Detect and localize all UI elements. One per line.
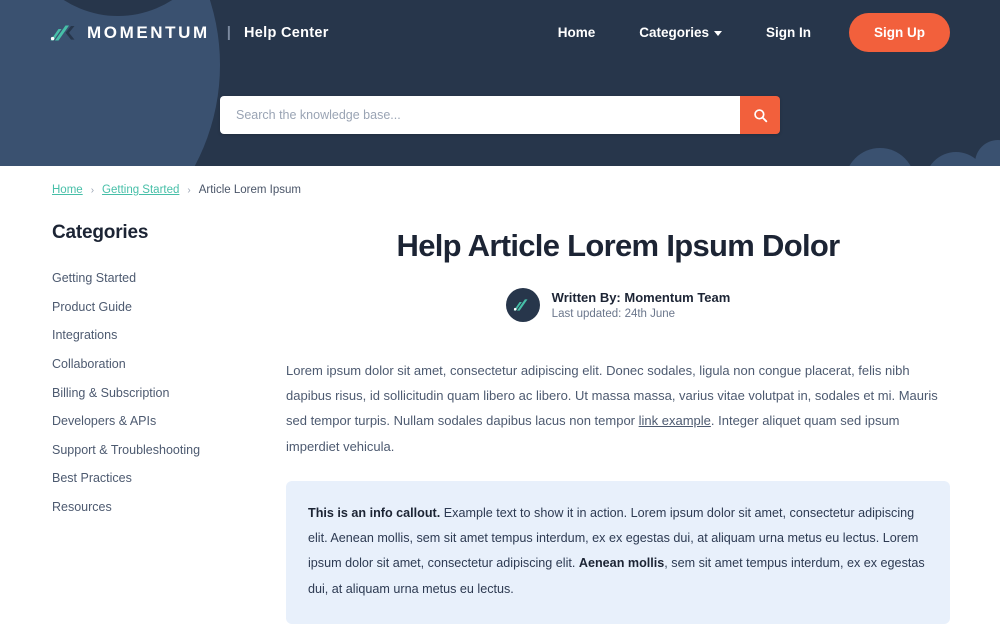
brand-subtitle: Help Center bbox=[244, 24, 329, 41]
info-callout: This is an info callout. Example text to… bbox=[286, 481, 950, 624]
breadcrumb-item-getting-started[interactable]: Getting Started bbox=[102, 184, 179, 196]
brand-logo[interactable]: MOMENTUM | Help Center bbox=[50, 21, 329, 45]
sign-up-button[interactable]: Sign Up bbox=[849, 13, 950, 52]
sidebar-item-product-guide[interactable]: Product Guide bbox=[52, 293, 278, 322]
site-header: MOMENTUM | Help Center Home Categories S… bbox=[0, 0, 1000, 166]
avatar bbox=[505, 287, 540, 322]
breadcrumb: Home › Getting Started › Article Lorem I… bbox=[50, 166, 950, 196]
search-icon bbox=[753, 108, 767, 122]
breadcrumb-item-home[interactable]: Home bbox=[52, 184, 83, 196]
sidebar-item-integrations[interactable]: Integrations bbox=[52, 321, 278, 350]
callout-bold-2: Aenean mollis bbox=[578, 556, 665, 571]
top-navigation-bar: MOMENTUM | Help Center Home Categories S… bbox=[0, 0, 1000, 65]
sidebar-item-collaboration[interactable]: Collaboration bbox=[52, 350, 278, 379]
callout-lead: This is an info callout. bbox=[308, 506, 441, 521]
sidebar-item-support-troubleshooting[interactable]: Support & Troubleshooting bbox=[52, 436, 278, 465]
search-section bbox=[0, 96, 1000, 134]
search-box bbox=[220, 96, 780, 134]
sidebar: Categories Getting Started Product Guide… bbox=[50, 222, 278, 625]
brand-divider: | bbox=[226, 24, 231, 41]
nav-links: Home Categories Sign In Sign Up bbox=[536, 13, 950, 52]
sidebar-title: Categories bbox=[52, 222, 149, 243]
page-body: Home › Getting Started › Article Lorem I… bbox=[0, 166, 1000, 625]
breadcrumb-item-current: Article Lorem Ipsum bbox=[198, 184, 301, 196]
momentum-logo-icon bbox=[50, 25, 75, 40]
nav-home-label: Home bbox=[557, 25, 596, 40]
sidebar-item-developers-apis[interactable]: Developers & APIs bbox=[52, 407, 278, 436]
brand-name: MOMENTUM bbox=[87, 22, 210, 42]
content-layout: Categories Getting Started Product Guide… bbox=[50, 222, 950, 625]
nav-sign-in[interactable]: Sign In bbox=[744, 17, 833, 48]
momentum-avatar-icon bbox=[513, 299, 532, 311]
inline-link-example[interactable]: link example bbox=[639, 413, 711, 428]
decorative-circle-3 bbox=[975, 140, 1000, 166]
last-updated: Last updated: 24th June bbox=[551, 307, 676, 320]
sidebar-item-billing-subscription[interactable]: Billing & Subscription bbox=[52, 378, 278, 407]
author-name: Written By: Momentum Team bbox=[551, 289, 731, 305]
breadcrumb-separator: › bbox=[90, 184, 95, 196]
nav-categories-label: Categories bbox=[639, 25, 709, 40]
article-content: Help Article Lorem Ipsum Dolor Written B… bbox=[278, 222, 950, 625]
search-button[interactable] bbox=[740, 96, 780, 134]
search-input[interactable] bbox=[220, 96, 740, 134]
nav-home[interactable]: Home bbox=[536, 17, 618, 48]
sidebar-item-getting-started[interactable]: Getting Started bbox=[52, 264, 278, 293]
nav-sign-in-label: Sign In bbox=[766, 25, 811, 40]
author-meta: Written By: Momentum Team Last updated: … bbox=[286, 287, 950, 322]
sidebar-item-best-practices[interactable]: Best Practices bbox=[52, 464, 278, 493]
page-title: Help Article Lorem Ipsum Dolor bbox=[396, 228, 841, 263]
chevron-down-icon bbox=[714, 30, 722, 36]
breadcrumb-separator: › bbox=[187, 184, 191, 196]
decorative-circle-1 bbox=[845, 148, 915, 166]
nav-categories[interactable]: Categories bbox=[617, 17, 744, 48]
author-text-block: Written By: Momentum Team Last updated: … bbox=[552, 290, 731, 320]
sidebar-item-resources[interactable]: Resources bbox=[52, 493, 278, 522]
article-paragraph: Lorem ipsum dolor sit amet, consectetur … bbox=[286, 358, 950, 459]
